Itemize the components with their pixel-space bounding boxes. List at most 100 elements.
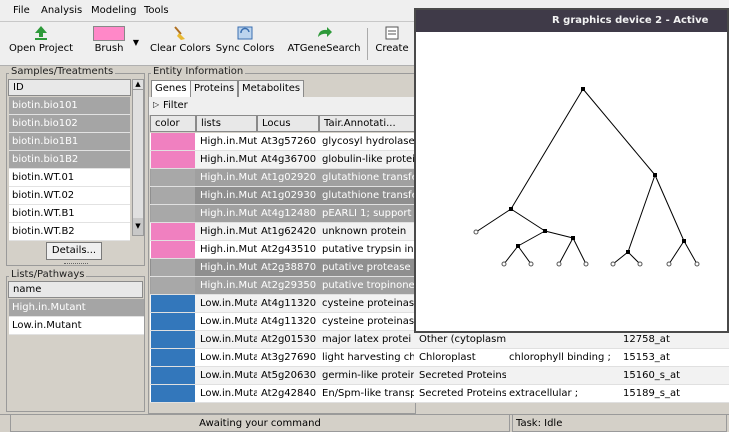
table-cell-locus: At1g62420 (261, 226, 317, 237)
column-header-annotation[interactable]: Tair.Annotati... (319, 115, 416, 132)
lists-header-name[interactable]: name (8, 281, 143, 298)
expand-arrow-icon: ▷ (153, 100, 160, 109)
table-cell-annot: putative trypsin in (322, 244, 414, 255)
sample-item[interactable]: biotin.bio101 (9, 97, 130, 115)
table-cell-locus: At2g29350 (261, 280, 317, 291)
atgenesearch-button[interactable]: ATGeneSearch (286, 24, 362, 64)
status-message: Awaiting your command (10, 415, 510, 432)
sample-item[interactable]: biotin.WT.01 (9, 169, 130, 187)
menu-modeling[interactable]: Modeling (91, 5, 137, 16)
dendrogram-leaf (556, 261, 562, 267)
table-cell-list: High.in.Muta (200, 172, 257, 183)
column-header-locus[interactable]: Locus (257, 115, 319, 132)
table-cell-func: chlorophyll binding ; (509, 352, 611, 363)
sample-item[interactable]: biotin.WT.B2 (9, 223, 130, 241)
list-item[interactable]: Low.in.Mutant (9, 317, 144, 335)
table-cell-annot: En/Spm-like transp (322, 388, 414, 399)
dendrogram (473, 87, 700, 267)
brush-color-swatch (93, 26, 125, 41)
table-cell-locus: At2g42840 (261, 388, 317, 399)
sample-item[interactable]: biotin.bio1B2 (9, 151, 130, 169)
samples-header-id[interactable]: ID (8, 79, 131, 96)
dendrogram-node (626, 250, 630, 254)
tab-proteins[interactable]: Proteins (190, 80, 239, 97)
table-cell-annot: glutathione transfe (322, 172, 414, 183)
color-swatch (151, 277, 195, 294)
list-item[interactable]: High.in.Mutant (9, 299, 144, 317)
table-cell-list: High.in.Muta (200, 190, 257, 201)
arrow-icon (286, 25, 362, 41)
table-cell-list: Low.in.Muta (200, 388, 257, 399)
table-cell-loc: Chloroplast (419, 352, 476, 363)
dendrogram-node (581, 87, 585, 91)
dendrogram-node (516, 244, 520, 248)
create-button[interactable]: Create (372, 24, 412, 64)
table-cell-probe: 15160_s_at (623, 370, 681, 381)
samples-title: Samples/Treatments (9, 66, 116, 77)
table-cell-annot: glutathione transfe (322, 190, 414, 201)
table-cell-list: High.in.Muta (200, 244, 257, 255)
r-graphics-window[interactable]: R graphics device 2 - Active (414, 8, 729, 333)
task-status: Task: Idle (512, 415, 727, 432)
color-swatch (151, 349, 195, 366)
color-swatch (151, 313, 195, 330)
dendrogram-leaf (610, 261, 616, 267)
table-cell-annot: light harvesting ch (322, 352, 414, 363)
sample-item[interactable]: biotin.WT.02 (9, 187, 130, 205)
dendrogram-leaf (501, 261, 507, 267)
sample-item[interactable]: biotin.WT.B1 (9, 205, 130, 223)
color-swatch (151, 331, 195, 348)
menu-analysis[interactable]: Analysis (41, 5, 82, 16)
color-swatch (151, 241, 195, 258)
broom-icon (150, 25, 210, 41)
dendrogram-node (543, 229, 547, 233)
brush-button[interactable]: Brush (92, 24, 126, 64)
sync-colors-button[interactable]: Sync Colors (215, 24, 275, 64)
table-cell-annot: cysteine proteinas (322, 298, 414, 309)
chevron-down-icon: ▼ (132, 38, 140, 47)
r-window-titlebar[interactable]: R graphics device 2 - Active (416, 10, 727, 32)
table-cell-locus: At3g57260 (261, 136, 317, 147)
scroll-up-icon[interactable]: ▲ (133, 80, 143, 90)
samples-scrollbar[interactable]: ▲ ▼ (132, 79, 144, 236)
table-cell-annot: pEARLI 1; support (322, 208, 412, 219)
table-cell-locus: At2g38870 (261, 262, 317, 273)
table-cell-list: Low.in.Muta (200, 316, 257, 327)
tab-genes[interactable]: Genes (151, 80, 191, 97)
scroll-down-icon[interactable]: ▼ (133, 218, 143, 235)
brush-label: Brush (94, 43, 124, 54)
table-cell-list: High.in.Muta (200, 262, 257, 273)
table-cell-func: extracellular ; (509, 388, 579, 399)
column-header-lists[interactable]: lists (196, 115, 257, 132)
color-swatch (151, 367, 195, 384)
brush-dropdown[interactable]: ▼ (130, 24, 142, 64)
color-swatch (151, 133, 195, 150)
table-cell-func (506, 367, 618, 385)
table-cell-probe: 15189_s_at (623, 388, 681, 399)
dendrogram-leaf (637, 261, 643, 267)
table-cell-list: Low.in.Muta (200, 334, 257, 345)
table-cell-locus: At4g12480 (261, 208, 317, 219)
table-cell-locus: At1g02930 (261, 190, 317, 201)
open-project-button[interactable]: Open Project (8, 24, 74, 64)
dendrogram-node (571, 236, 575, 240)
menu-file[interactable]: File (13, 5, 30, 16)
sample-item[interactable]: biotin.bio102 (9, 115, 130, 133)
sample-item[interactable]: biotin.bio1B1 (9, 133, 130, 151)
table-cell-list: High.in.Muta (200, 136, 257, 147)
status-bar: Awaiting your command Task: Idle (0, 414, 729, 432)
splitter-handle[interactable] (64, 263, 88, 265)
menu-tools[interactable]: Tools (144, 5, 169, 16)
dendrogram-leaves (473, 229, 700, 267)
filter-label: Filter (163, 100, 188, 111)
filter-row[interactable]: ▷ Filter (149, 97, 416, 115)
table-cell-annot: germin-like protein (322, 370, 414, 381)
clear-colors-button[interactable]: Clear Colors (150, 24, 211, 64)
dendrogram-node (682, 239, 686, 243)
tab-metabolites[interactable]: Metabolites (238, 80, 305, 97)
details-button[interactable]: Details... (46, 242, 102, 260)
entity-title: Entity Information (151, 66, 246, 77)
list-icon (372, 25, 412, 41)
table-cell-locus: At4g11320 (261, 298, 317, 309)
column-header-color[interactable]: color (150, 115, 196, 132)
